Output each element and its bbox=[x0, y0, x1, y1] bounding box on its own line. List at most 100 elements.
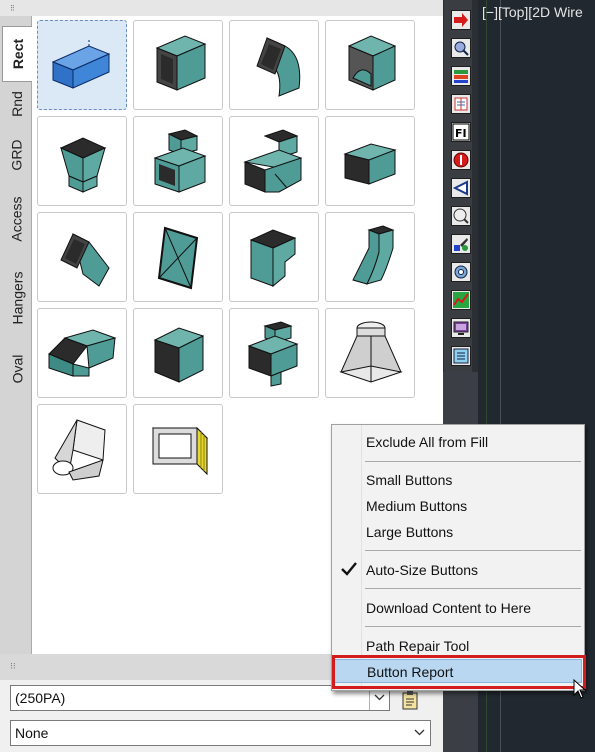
svg-text:FI: FI bbox=[455, 127, 467, 140]
radius-tee-icon bbox=[249, 229, 297, 288]
menu-separator bbox=[365, 626, 581, 627]
tab-hangers[interactable]: Hangers bbox=[3, 262, 31, 334]
fill-icon: FI bbox=[452, 123, 470, 141]
play-back-icon bbox=[452, 180, 468, 196]
tab-access[interactable]: Access bbox=[3, 188, 31, 250]
graph-icon bbox=[453, 292, 469, 308]
toolbar-button-10[interactable] bbox=[451, 262, 471, 282]
toolbar-button-13[interactable] bbox=[451, 346, 471, 366]
book-icon bbox=[454, 97, 468, 111]
checkmark-icon bbox=[340, 561, 358, 580]
square-elbow-icon bbox=[155, 35, 207, 91]
viewport-label[interactable]: [−][Top][2D Wire bbox=[482, 4, 583, 20]
box-tee-icon bbox=[247, 321, 299, 387]
toolbar-button-4[interactable] bbox=[451, 94, 471, 114]
fitting-box-tee[interactable] bbox=[229, 308, 319, 398]
flex-connector-icon bbox=[151, 426, 209, 476]
menu-item-large-buttons[interactable]: Large Buttons bbox=[334, 520, 582, 544]
menu-item-exclude-fill[interactable]: Exclude All from Fill bbox=[334, 430, 582, 454]
tab-grd[interactable]: GRD bbox=[3, 132, 31, 178]
tee-transition-icon bbox=[153, 129, 207, 193]
palette-tab-strip: Rect Rnd GRD Access Hangers Oval bbox=[0, 16, 33, 654]
menu-item-label: Exclude All from Fill bbox=[366, 434, 489, 450]
reducer-icon bbox=[48, 329, 117, 377]
service-settings-button[interactable] bbox=[399, 689, 421, 711]
context-menu: Exclude All from Fill Small Buttons Medi… bbox=[331, 424, 585, 691]
fitting-end-cap[interactable] bbox=[133, 212, 223, 302]
menu-separator bbox=[365, 461, 581, 462]
display-icon bbox=[453, 321, 469, 335]
highlight-frame bbox=[332, 655, 586, 689]
toolbar-button-3[interactable] bbox=[451, 66, 471, 86]
zoom-icon bbox=[454, 41, 469, 56]
straight-duct-icon bbox=[51, 38, 111, 89]
menu-item-label: Auto-Size Buttons bbox=[366, 562, 479, 578]
offset-duct-icon bbox=[343, 143, 397, 185]
menu-separator bbox=[365, 550, 581, 551]
fitting-square-elbow[interactable] bbox=[133, 20, 223, 110]
radius-elbow-icon bbox=[256, 37, 301, 97]
toolbar-button-11[interactable] bbox=[451, 290, 471, 310]
fitting-square-transition[interactable] bbox=[37, 116, 127, 206]
toolbar-button-8[interactable] bbox=[451, 206, 471, 226]
menu-item-small-buttons[interactable]: Small Buttons bbox=[334, 468, 582, 492]
ogee-offset-icon bbox=[352, 225, 395, 285]
fitting-tee-transition[interactable] bbox=[133, 116, 223, 206]
branch-wye-icon bbox=[243, 129, 303, 193]
chevron-down-icon bbox=[374, 694, 385, 701]
end-cap-icon bbox=[157, 226, 199, 290]
menu-item-label: Small Buttons bbox=[366, 472, 453, 488]
menu-item-medium-buttons[interactable]: Medium Buttons bbox=[334, 494, 582, 518]
service-combo-value: (250PA) bbox=[15, 690, 66, 706]
menu-item-label: Large Buttons bbox=[366, 524, 454, 540]
paint-icon bbox=[454, 238, 468, 251]
menu-separator bbox=[365, 588, 581, 589]
fitting-straight-duct[interactable] bbox=[37, 20, 127, 110]
fitting-flex-connector[interactable] bbox=[133, 404, 223, 494]
stop-icon bbox=[453, 152, 469, 168]
gear-icon bbox=[454, 265, 468, 279]
palette-grip[interactable]: ⁝⁝ bbox=[0, 0, 443, 16]
layers-icon bbox=[454, 70, 468, 83]
list-icon bbox=[453, 348, 469, 364]
rect-to-oval-icon bbox=[52, 419, 106, 481]
fitting-radius-elbow-vane[interactable] bbox=[325, 20, 415, 110]
menu-item-label: Download Content to Here bbox=[366, 600, 531, 616]
radius-elbow-vane-icon bbox=[347, 35, 397, 91]
fitting-offset-duct[interactable] bbox=[325, 116, 415, 206]
material-combo-value: None bbox=[15, 725, 49, 741]
toolbar-button-2[interactable] bbox=[451, 38, 471, 58]
square-box-icon bbox=[153, 327, 205, 383]
menu-item-label: Medium Buttons bbox=[366, 498, 468, 514]
magnify-icon bbox=[453, 208, 469, 224]
toolbar-button-6[interactable] bbox=[451, 150, 471, 170]
fitting-radius-elbow[interactable] bbox=[229, 20, 319, 110]
square-transition-icon bbox=[59, 137, 107, 193]
toolbar-button-12[interactable] bbox=[451, 318, 471, 338]
toolbar-button-7[interactable] bbox=[451, 178, 471, 198]
chevron-down-icon bbox=[414, 729, 425, 736]
fitting-rect-to-oval[interactable] bbox=[37, 404, 127, 494]
fitting-square-box[interactable] bbox=[133, 308, 223, 398]
mouse-cursor-icon bbox=[573, 679, 587, 699]
fitting-round-to-rect[interactable] bbox=[325, 308, 415, 398]
clipboard-icon bbox=[402, 691, 418, 710]
tab-rect[interactable]: Rect bbox=[2, 26, 33, 82]
menu-item-download-content[interactable]: Download Content to Here bbox=[334, 596, 582, 620]
tab-rnd[interactable]: Rnd bbox=[3, 82, 31, 126]
fitting-branch-wye[interactable] bbox=[229, 116, 319, 206]
arrow-right-icon bbox=[454, 13, 468, 27]
tab-oval[interactable]: Oval bbox=[3, 346, 31, 392]
menu-item-auto-size[interactable]: Auto-Size Buttons bbox=[334, 558, 582, 582]
fitting-radius-tee[interactable] bbox=[229, 212, 319, 302]
menu-item-label: Path Repair Tool bbox=[366, 638, 470, 654]
fitting-angled-elbow[interactable] bbox=[37, 212, 127, 302]
fitting-reducer[interactable] bbox=[37, 308, 127, 398]
material-combo-arrow[interactable] bbox=[410, 721, 430, 745]
toolbar-button-9[interactable] bbox=[451, 234, 471, 254]
fitting-ogee-offset[interactable] bbox=[325, 212, 415, 302]
angled-elbow-icon bbox=[60, 233, 110, 287]
material-combo[interactable]: None bbox=[10, 720, 431, 746]
toolbar-button-1[interactable] bbox=[451, 10, 471, 30]
toolbar-button-5[interactable]: FI bbox=[451, 122, 471, 142]
